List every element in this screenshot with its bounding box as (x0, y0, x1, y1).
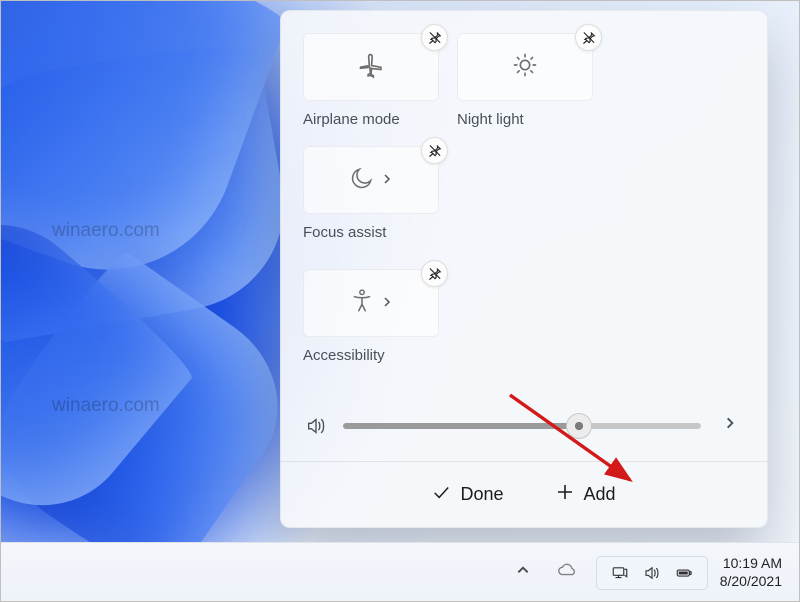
tile-label-accessibility: Accessibility (303, 347, 385, 364)
volume-slider-thumb[interactable] (566, 413, 592, 439)
check-icon (432, 483, 450, 506)
focus-assist-icon (349, 165, 375, 196)
tile-label-airplane: Airplane mode (303, 111, 400, 128)
tile-label-focusassist: Focus assist (303, 224, 386, 241)
airplane-icon (357, 51, 385, 84)
unpin-button-airplane[interactable] (421, 24, 448, 51)
volume-tray-icon (643, 564, 661, 582)
unpin-icon (428, 144, 442, 158)
tile-wrap-airplane: Airplane mode (303, 33, 439, 128)
tile-wrap-focusassist: Focus assist (303, 146, 439, 241)
volume-slider[interactable] (343, 423, 701, 429)
volume-flyout-button[interactable] (717, 410, 743, 441)
done-label: Done (460, 484, 503, 505)
unpin-icon (428, 31, 442, 45)
tile-night-light[interactable] (457, 33, 593, 101)
unpin-icon (428, 267, 442, 281)
accessibility-icon (349, 288, 375, 319)
panel-footer: Done Add (281, 461, 767, 527)
night-light-icon (511, 51, 539, 84)
quick-settings-panel: Airplane mode Night light (280, 10, 768, 528)
volume-row (303, 404, 745, 461)
tile-airplane-mode[interactable] (303, 33, 439, 101)
tile-accessibility[interactable] (303, 269, 439, 337)
add-button[interactable]: Add (540, 475, 632, 514)
tile-label-nightlight: Night light (457, 111, 524, 128)
tile-wrap-accessibility: Accessibility (303, 269, 439, 364)
tile-wrap-nightlight: Night light (457, 33, 593, 128)
system-tray-cluster[interactable] (596, 556, 708, 590)
tray-overflow-button[interactable] (508, 555, 538, 590)
chevron-right-icon (381, 295, 393, 311)
clock-date: 8/20/2021 (720, 573, 782, 591)
battery-icon (675, 564, 693, 582)
unpin-button-nightlight[interactable] (575, 24, 602, 51)
clock-time: 10:19 AM (720, 555, 782, 573)
speaker-icon (305, 415, 327, 437)
unpin-button-focusassist[interactable] (421, 137, 448, 164)
taskbar-clock[interactable]: 10:19 AM 8/20/2021 (720, 555, 782, 590)
onedrive-tray-icon[interactable] (550, 553, 584, 592)
chevron-right-icon (381, 172, 393, 188)
unpin-button-accessibility[interactable] (421, 260, 448, 287)
taskbar: 10:19 AM 8/20/2021 (0, 542, 800, 602)
add-label: Add (584, 484, 616, 505)
plus-icon (556, 483, 574, 506)
network-icon (611, 564, 629, 582)
tile-focus-assist[interactable] (303, 146, 439, 214)
done-button[interactable]: Done (416, 475, 519, 514)
unpin-icon (582, 31, 596, 45)
